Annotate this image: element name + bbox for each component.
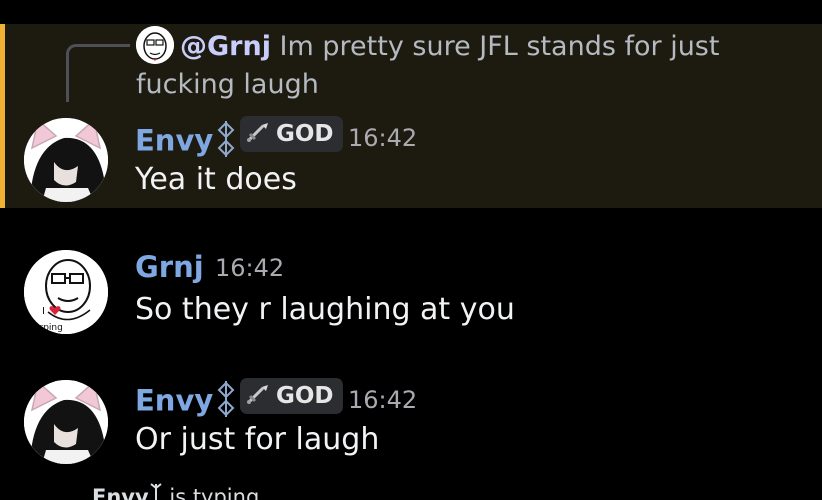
message-timestamp: 16:42	[348, 124, 418, 152]
mention-highlight-bar	[0, 24, 5, 208]
role-badge[interactable]: GOD	[240, 116, 343, 152]
message-text: Yea it does	[135, 162, 297, 197]
reply-preview[interactable]: @Grnj Im pretty sure JFL stands for just…	[136, 28, 806, 104]
typing-indicator: Envy is typing...	[0, 478, 822, 500]
message-author[interactable]: Envy	[135, 380, 237, 425]
reply-mention[interactable]: @Grnj	[180, 31, 271, 62]
svg-text:I: I	[42, 306, 45, 317]
message-text: So they r laughing at you	[135, 292, 515, 327]
sword-icon	[246, 121, 272, 147]
avatar-grnj[interactable]: I arping	[24, 250, 108, 334]
sword-icon	[246, 383, 272, 409]
runic-symbol-icon	[215, 380, 237, 425]
avatar-envy[interactable]	[24, 380, 108, 464]
typing-text: Envy is typing...	[92, 482, 279, 500]
message-timestamp: 16:42	[215, 254, 285, 282]
runic-symbol-icon	[149, 482, 163, 500]
runic-symbol-icon	[215, 120, 237, 165]
svg-text:arping: arping	[34, 323, 63, 333]
role-badge-label: GOD	[276, 383, 334, 409]
message-author[interactable]: Grnj	[135, 250, 204, 284]
top-strip	[0, 0, 822, 24]
avatar-envy[interactable]	[24, 118, 108, 202]
typing-dots-icon	[36, 494, 78, 500]
message-author[interactable]: Envy	[135, 120, 237, 165]
message-text: Or just for laugh	[135, 422, 380, 457]
message-timestamp: 16:42	[348, 386, 418, 414]
reply-connector-line	[66, 44, 130, 102]
role-badge-label: GOD	[276, 121, 334, 147]
role-badge[interactable]: GOD	[240, 378, 343, 414]
